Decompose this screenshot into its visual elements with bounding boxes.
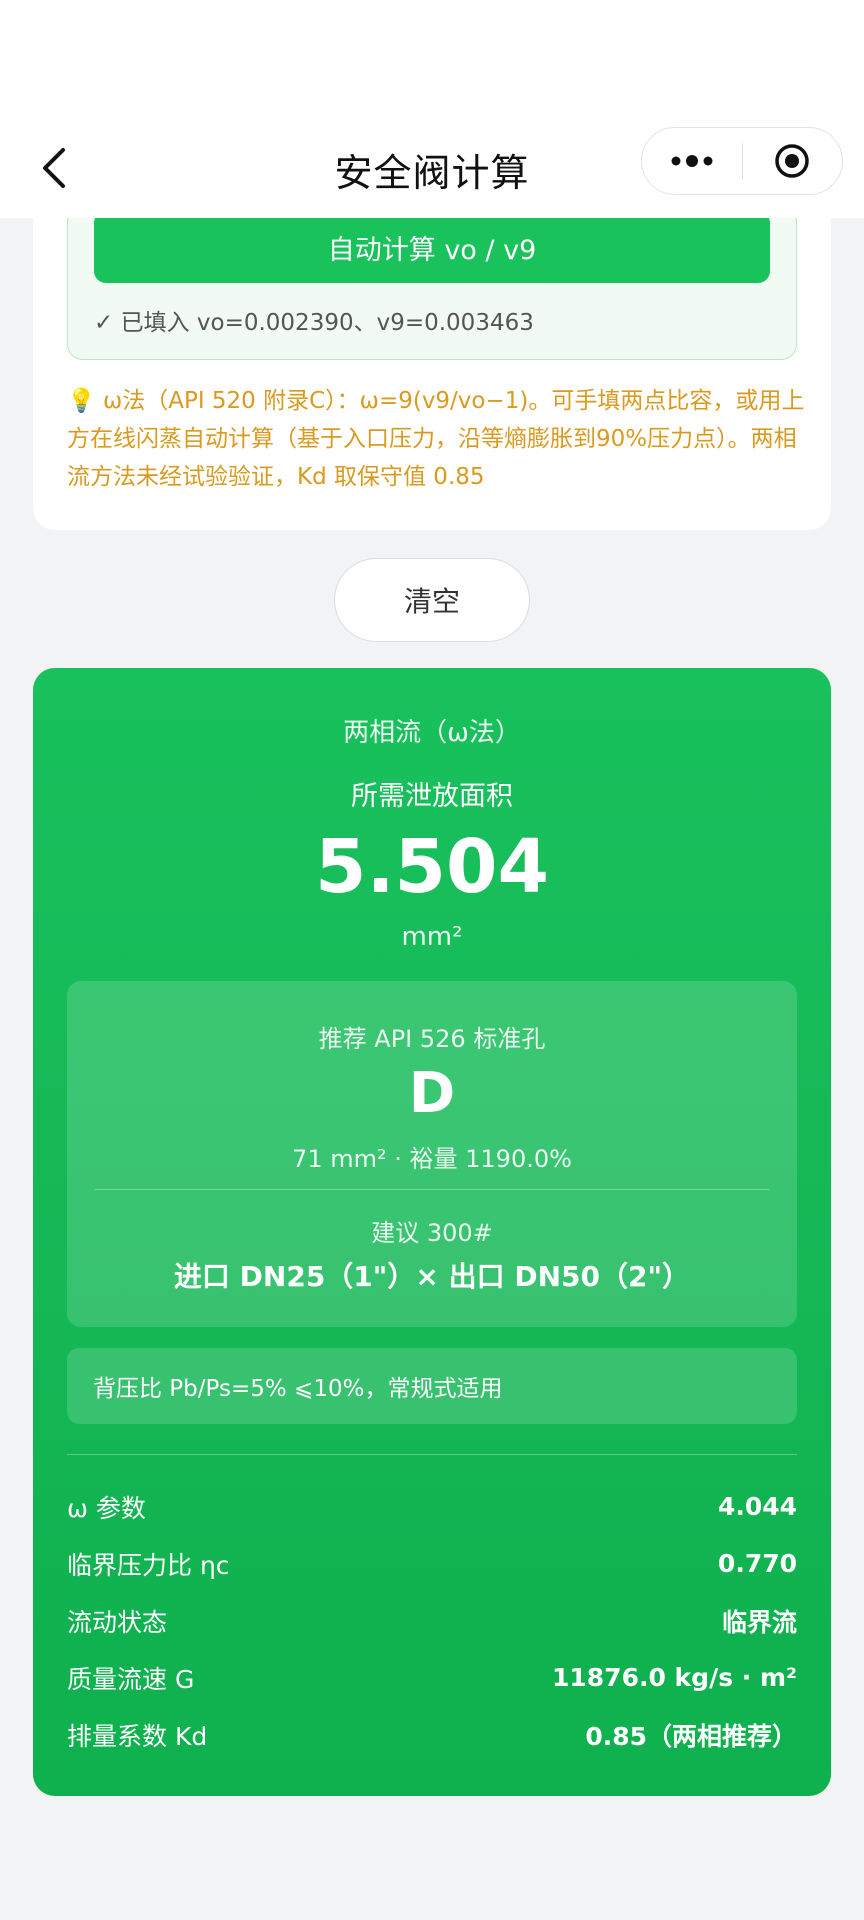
param-label: 排量系数 Kd bbox=[67, 1721, 208, 1751]
status-bar bbox=[0, 0, 864, 120]
param-list: ω 参数 4.044 临界压力比 ηc 0.770 流动状态 临界流 质量流速 … bbox=[67, 1478, 797, 1763]
result-method: 两相流（ω法） bbox=[343, 718, 521, 748]
orifice-label: 推荐 API 526 标准孔 bbox=[318, 1025, 546, 1053]
orifice-letter: D bbox=[408, 1061, 456, 1126]
param-value: 0.85（两相推荐） bbox=[585, 1721, 797, 1751]
param-value: 11876.0 kg/s · m² bbox=[551, 1663, 797, 1692]
param-label: ω 参数 bbox=[67, 1493, 146, 1523]
orifice-area-margin: 71 mm² · 裕量 1190.0% bbox=[292, 1145, 572, 1173]
required-area-label: 所需泄放面积 bbox=[351, 781, 513, 812]
result-divider bbox=[67, 1454, 797, 1455]
param-label: 临界压力比 ηc bbox=[67, 1550, 230, 1580]
param-label: 流动状态 bbox=[67, 1607, 168, 1637]
param-row-mass-flux: 质量流速 G 11876.0 kg/s · m² bbox=[67, 1649, 797, 1706]
filled-values-text: ✓ 已填入 vo=0.002390、v9=0.003463 bbox=[94, 310, 534, 336]
close-mini-program-button[interactable] bbox=[743, 128, 843, 194]
param-row-critical-ratio: 临界压力比 ηc 0.770 bbox=[67, 1535, 797, 1592]
backpressure-note: 背压比 Pb/Ps=5% ⩽10%，常规式适用 bbox=[67, 1348, 797, 1424]
result-card: 两相流（ω法） 所需泄放面积 5.504 mm² 推荐 API 526 标准孔 … bbox=[33, 668, 831, 1796]
nav-bar: 安全阀计算 bbox=[0, 120, 864, 218]
more-dots-icon bbox=[671, 155, 713, 167]
inlet-outlet-size: 进口 DN25（1"）× 出口 DN50（2"） bbox=[173, 1260, 691, 1293]
param-row-kd: 排量系数 Kd 0.85（两相推荐） bbox=[67, 1706, 797, 1763]
mini-program-capsule bbox=[641, 127, 843, 195]
param-value: 临界流 bbox=[721, 1607, 797, 1637]
required-area-unit: mm² bbox=[401, 922, 463, 952]
param-row-omega: ω 参数 4.044 bbox=[67, 1478, 797, 1535]
orifice-divider bbox=[95, 1189, 769, 1190]
page-content: 自动计算 vo / v9 ✓ 已填入 vo=0.002390、v9=0.0034… bbox=[0, 0, 864, 1920]
required-area-value: 5.504 bbox=[314, 824, 550, 910]
param-value: 0.770 bbox=[717, 1549, 797, 1578]
param-value: 4.044 bbox=[717, 1492, 797, 1521]
target-close-icon bbox=[775, 144, 809, 178]
omega-method-hint: 💡 ω法（API 520 附录C）：ω=9(v9/vo−1)。可手填两点比容，或… bbox=[67, 388, 805, 490]
orifice-recommendation-box: 推荐 API 526 标准孔 D 71 mm² · 裕量 1190.0% 建议 … bbox=[67, 981, 797, 1327]
clear-button[interactable]: 清空 bbox=[334, 558, 530, 642]
param-label: 质量流速 G bbox=[67, 1664, 195, 1694]
pressure-class-label: 建议 300# bbox=[371, 1219, 493, 1247]
param-row-flow-state: 流动状态 临界流 bbox=[67, 1592, 797, 1649]
more-button[interactable] bbox=[642, 128, 742, 194]
auto-calc-button[interactable]: 自动计算 vo / v9 bbox=[94, 211, 770, 283]
